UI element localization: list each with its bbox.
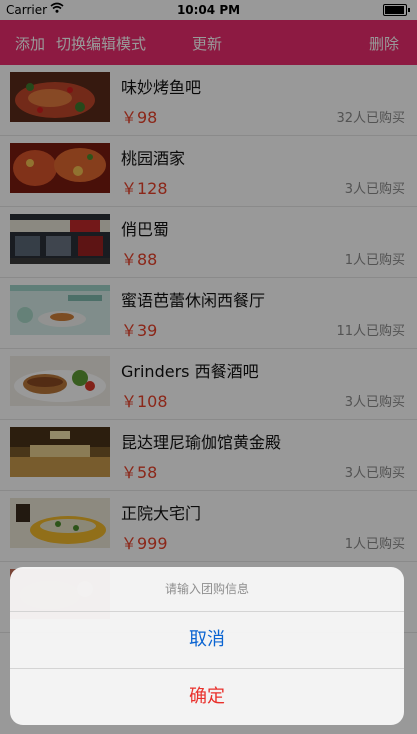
cancel-button[interactable]: 取消 [10, 612, 404, 669]
action-sheet: 请输入团购信息 取消 确定 [10, 567, 404, 725]
action-sheet-title: 请输入团购信息 [10, 567, 404, 612]
confirm-button[interactable]: 确定 [10, 669, 404, 725]
